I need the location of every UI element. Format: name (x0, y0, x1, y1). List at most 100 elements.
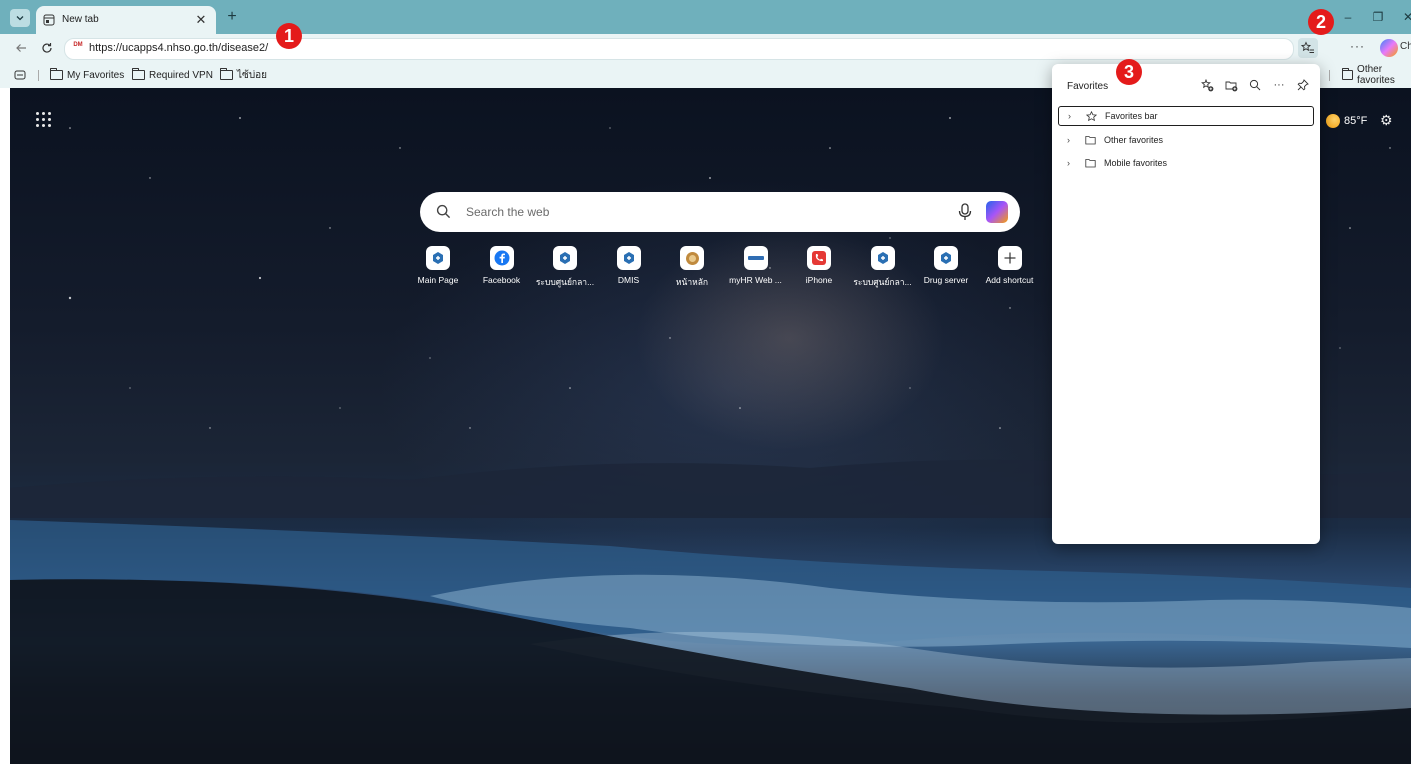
shortcut-tile[interactable]: Main Page (408, 246, 468, 285)
bookmark-folder-my-favorites[interactable]: My Favorites (50, 68, 124, 82)
bookmark-label: My Favorites (67, 69, 125, 81)
bookmark-folder-required-vpn[interactable]: Required VPN (132, 68, 213, 82)
bookmark-label: Other favorites (1357, 64, 1395, 86)
divider (1329, 70, 1330, 81)
new-tab-button[interactable]: + (222, 8, 242, 26)
favorites-item-label: Mobile favorites (1104, 158, 1168, 168)
favorites-item-favorites-bar[interactable]: › Favorites bar (1058, 106, 1314, 126)
copilot-icon[interactable] (1380, 39, 1398, 57)
weather-temperature: 85°F (1344, 115, 1368, 127)
shortcut-label: Drug server (923, 275, 969, 285)
close-window-button[interactable]: ✕ (1396, 8, 1411, 26)
shortcut-label: iPhone (805, 275, 833, 285)
favorites-panel: Favorites ··· › Favorites bar › Other fa… (1052, 64, 1320, 544)
tab-title: New tab (62, 14, 99, 25)
nhso-logo-icon (934, 246, 958, 270)
shortcut-label: Add shortcut (985, 275, 1034, 285)
folder-icon (132, 68, 145, 80)
favorites-star-list-icon (1301, 41, 1314, 53)
folder-icon (1342, 68, 1354, 80)
favorites-item-label: Favorites bar (1105, 111, 1158, 121)
shortcut-label: myHR Web ... (729, 275, 782, 285)
new-tab-page-icon (43, 14, 55, 29)
microphone-icon[interactable] (958, 203, 972, 221)
plus-icon (997, 246, 1022, 270)
page-settings-gear-icon[interactable]: ⚙ (1380, 112, 1393, 129)
shortcut-tile[interactable]: ระบบศูนย์กลา... (535, 246, 595, 289)
search-placeholder: Search the web (466, 205, 550, 219)
refresh-icon[interactable] (38, 39, 56, 57)
quick-links: Main Page Facebook ระบบศูนย์กลา... DMIS หน้า… (408, 246, 1048, 290)
nhso-logo-icon (870, 246, 895, 270)
shortcut-label: Facebook (482, 275, 521, 285)
shortcut-tile[interactable]: ระบบศูนย์กลา... (853, 246, 913, 289)
bookmark-label: ไซ้บ่อย (237, 69, 268, 81)
favorites-item-other-favorites[interactable]: › Other favorites (1058, 130, 1314, 150)
partly-sunny-icon (1326, 114, 1340, 128)
shortcut-tile[interactable]: myHR Web ... (726, 246, 786, 285)
site-favicon: DM (73, 42, 83, 48)
more-options-icon[interactable]: ··· (1270, 76, 1288, 94)
copilot-search-icon[interactable] (986, 201, 1008, 223)
navigation-toolbar: DM https://ucapps4.nhso.go.th/disease2/ … (0, 34, 1411, 62)
url-text[interactable]: https://ucapps4.nhso.go.th/disease2/ (89, 42, 268, 54)
bookmark-label: Required VPN (149, 69, 213, 81)
shortcut-tile[interactable]: Drug server (916, 246, 976, 285)
myhr-icon (743, 246, 768, 270)
facebook-icon (489, 246, 514, 270)
chevron-down-icon (16, 16, 24, 21)
add-folder-icon[interactable] (1222, 76, 1240, 94)
star-icon (1086, 110, 1100, 122)
folder-icon (1085, 158, 1099, 168)
shortcut-label: ระบบศูนย์กลา... (535, 277, 595, 287)
copilot-label: Ch (1400, 41, 1411, 52)
favorites-panel-title: Favorites (1067, 81, 1109, 92)
settings-and-more-button[interactable]: ··· (1350, 39, 1365, 53)
folder-icon (220, 68, 233, 80)
tab-actions-menu-button[interactable] (10, 9, 30, 27)
weather-widget[interactable]: 85°F (1326, 114, 1367, 128)
pin-icon[interactable] (1294, 76, 1312, 94)
shortcut-label: DMIS (617, 275, 640, 285)
add-page-to-favorites-icon[interactable] (1198, 76, 1216, 94)
collections-icon[interactable] (14, 68, 26, 82)
nhso-logo-icon (616, 246, 641, 270)
shortcut-tile[interactable]: iPhone (789, 246, 849, 285)
shortcut-label: Main Page (417, 275, 459, 285)
restore-button[interactable]: ❐ (1366, 8, 1390, 26)
annotation-marker-2: 2 (1308, 9, 1334, 35)
shortcut-label: หน้าหลัก (675, 277, 709, 287)
minimize-button[interactable]: – (1336, 8, 1360, 26)
bookmark-folder-frequent[interactable]: ไซ้บ่อย (220, 68, 267, 82)
address-bar[interactable]: DM https://ucapps4.nhso.go.th/disease2/ (64, 38, 1294, 60)
phone-icon (807, 246, 831, 270)
tab-close-icon[interactable]: ✕ (192, 11, 210, 29)
title-bar: New tab ✕ + – ❐ ✕ (0, 0, 1411, 34)
favorites-item-label: Other favorites (1104, 135, 1164, 145)
folder-icon (1085, 135, 1099, 145)
folder-icon (50, 68, 63, 80)
apps-grid-icon[interactable] (36, 112, 52, 128)
annotation-marker-1: 1 (276, 23, 302, 49)
nhso-logo-icon (426, 246, 450, 270)
bookmark-folder-other-favorites[interactable]: Other favorites (1342, 64, 1411, 86)
add-shortcut-button[interactable]: Add shortcut (980, 246, 1040, 285)
favorites-item-mobile-favorites[interactable]: › Mobile favorites (1058, 153, 1314, 173)
chevron-right-icon[interactable]: › (1068, 111, 1080, 121)
seal-icon (680, 246, 704, 270)
nhso-logo-icon (553, 246, 577, 270)
divider (38, 70, 39, 81)
shortcut-label: ระบบศูนย์กลา... (853, 277, 912, 287)
search-icon (436, 204, 451, 219)
shortcut-tile[interactable]: DMIS (599, 246, 659, 285)
shortcut-tile[interactable]: หน้าหลัก (662, 246, 722, 289)
back-arrow-icon[interactable] (12, 39, 30, 57)
search-favorites-icon[interactable] (1246, 76, 1264, 94)
chevron-right-icon[interactable]: › (1067, 135, 1079, 145)
shortcut-tile[interactable]: Facebook (472, 246, 532, 285)
annotation-marker-3: 3 (1116, 59, 1142, 85)
web-search-box[interactable]: Search the web (420, 192, 1020, 232)
favorites-button[interactable] (1298, 38, 1318, 58)
browser-tab[interactable]: New tab ✕ (36, 6, 216, 34)
chevron-right-icon[interactable]: › (1067, 158, 1079, 168)
